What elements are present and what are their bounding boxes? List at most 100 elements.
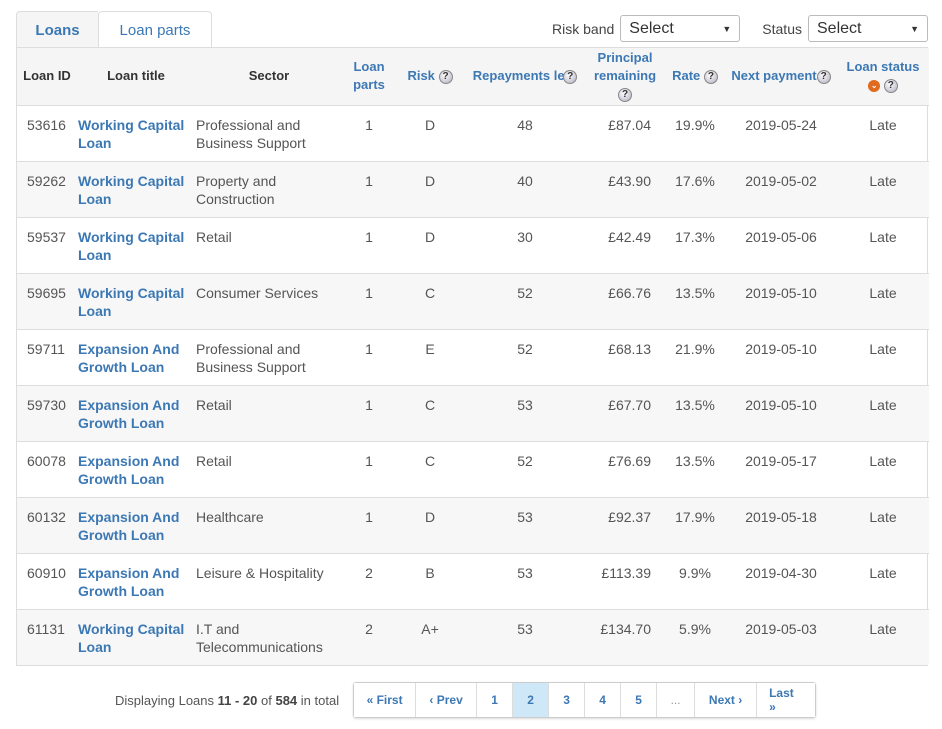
help-icon[interactable]: ?: [563, 69, 578, 84]
loan-title-link[interactable]: Expansion And Growth Loan: [78, 509, 179, 543]
help-icon[interactable]: ?: [816, 69, 831, 84]
loan-title-link[interactable]: Expansion And Growth Loan: [78, 453, 179, 487]
page-3-button[interactable]: 3: [549, 683, 586, 717]
principal-cell: £87.04: [585, 105, 665, 162]
repayments-left-cell: 53: [465, 553, 585, 610]
first-page-button[interactable]: « First: [354, 683, 417, 717]
loan-parts-cell: 1: [343, 273, 395, 330]
page-4-button[interactable]: 4: [585, 683, 622, 717]
principal-cell: £67.70: [585, 385, 665, 442]
col-loan-status[interactable]: Loan status ⌄ ?: [837, 48, 929, 106]
next-payment-cell: 2019-05-10: [725, 273, 837, 330]
risk-band-value: Select: [629, 19, 674, 37]
table-row: 59262 Working Capital Loan Property and Co…: [17, 161, 929, 218]
next-payment-cell: 2019-05-10: [725, 329, 837, 386]
risk-cell: D: [395, 105, 465, 162]
page-1-button[interactable]: 1: [477, 683, 514, 717]
help-icon[interactable]: ?: [438, 69, 453, 84]
loan-status-cell: Late: [837, 553, 929, 610]
loan-title-link[interactable]: Working Capital Loan: [78, 285, 184, 319]
loan-id-cell: 53616: [17, 105, 77, 162]
prev-page-button[interactable]: ‹ Prev: [416, 683, 478, 717]
loan-title-link[interactable]: Working Capital Loan: [78, 621, 184, 655]
loan-status-cell: Late: [837, 273, 929, 330]
loan-parts-cell: 1: [343, 329, 395, 386]
col-rate[interactable]: Rate ?: [665, 48, 725, 106]
loan-status-cell: Late: [837, 609, 929, 665]
loan-title-link[interactable]: Expansion And Growth Loan: [78, 397, 179, 431]
loan-parts-cell: 1: [343, 441, 395, 498]
table-row: 53616 Working Capital Loan Professional an…: [17, 105, 929, 162]
help-icon[interactable]: ?: [703, 69, 718, 84]
table-footer: Displaying Loans 11 - 20 of 584 in total…: [115, 682, 817, 718]
loan-title-cell: Expansion And Growth Loan: [77, 385, 195, 442]
tab-loan-parts[interactable]: Loan parts: [98, 11, 212, 48]
loan-title-link[interactable]: Expansion And Growth Loan: [78, 341, 179, 375]
loan-title-link[interactable]: Expansion And Growth Loan: [78, 565, 179, 599]
loan-id-cell: 61131: [17, 609, 77, 665]
loan-id-cell: 59711: [17, 329, 77, 386]
help-icon[interactable]: ?: [618, 87, 632, 102]
loan-title-cell: Working Capital Loan: [77, 609, 195, 665]
loan-parts-cell: 2: [343, 553, 395, 610]
col-principal-remaining[interactable]: Principal remaining ?: [585, 48, 665, 106]
principal-cell: £134.70: [585, 609, 665, 665]
loan-id-cell: 59695: [17, 273, 77, 330]
table-row: 59695 Working Capital Loan Consumer Servic…: [17, 273, 929, 330]
col-repayments-left[interactable]: Repayments left?: [465, 48, 585, 106]
page-2-button[interactable]: 2: [513, 683, 550, 717]
repayments-left-cell: 48: [465, 105, 585, 162]
loan-title-cell: Expansion And Growth Loan: [77, 329, 195, 386]
loan-id-cell: 60910: [17, 553, 77, 610]
col-loan-id: Loan ID: [17, 48, 77, 106]
col-risk[interactable]: Risk ?: [395, 48, 465, 106]
table-row: 59730 Expansion And Growth Loan Retail 1 C 53…: [17, 385, 929, 442]
loan-title-cell: Working Capital Loan: [77, 217, 195, 274]
col-loan-parts[interactable]: Loan parts: [343, 48, 395, 106]
col-next-payment[interactable]: Next payment?: [725, 48, 837, 106]
sector-cell: Retail: [195, 441, 343, 498]
sector-cell: Professional and Business Support: [195, 329, 343, 386]
repayments-left-cell: 52: [465, 329, 585, 386]
risk-cell: D: [395, 161, 465, 218]
status-select[interactable]: Select ▼: [808, 15, 928, 42]
loan-title-link[interactable]: Working Capital Loan: [78, 229, 184, 263]
loan-parts-cell: 1: [343, 161, 395, 218]
risk-cell: C: [395, 385, 465, 442]
next-payment-cell: 2019-05-06: [725, 217, 837, 274]
next-payment-cell: 2019-05-17: [725, 441, 837, 498]
loan-id-cell: 59262: [17, 161, 77, 218]
next-page-button[interactable]: Next ›: [695, 683, 758, 717]
loan-status-cell: Late: [837, 329, 929, 386]
rate-cell: 9.9%: [665, 553, 725, 610]
loan-title-cell: Expansion And Growth Loan: [77, 553, 195, 610]
risk-cell: C: [395, 273, 465, 330]
next-payment-cell: 2019-05-10: [725, 385, 837, 442]
help-icon[interactable]: ?: [883, 78, 898, 93]
loan-title-link[interactable]: Working Capital Loan: [78, 117, 184, 151]
principal-cell: £43.90: [585, 161, 665, 218]
loan-id-cell: 60078: [17, 441, 77, 498]
risk-band-select[interactable]: Select ▼: [620, 15, 741, 42]
loan-id-cell: 60132: [17, 497, 77, 554]
sector-cell: Retail: [195, 385, 343, 442]
rate-cell: 19.9%: [665, 105, 725, 162]
filters: Risk band Select ▼ Status Select ▼: [552, 15, 928, 42]
next-payment-cell: 2019-05-18: [725, 497, 837, 554]
col-sector: Sector: [195, 48, 343, 106]
last-page-button[interactable]: Last »: [757, 683, 816, 717]
loan-title-link[interactable]: Working Capital Loan: [78, 173, 184, 207]
results-summary: Displaying Loans 11 - 20 of 584 in total: [115, 692, 340, 708]
risk-cell: E: [395, 329, 465, 386]
tab-loans[interactable]: Loans: [16, 11, 98, 48]
sort-descending-icon[interactable]: ⌄: [868, 79, 881, 92]
page-5-button[interactable]: 5: [621, 683, 658, 717]
rate-cell: 5.9%: [665, 609, 725, 665]
sector-cell: Leisure & Hospitality: [195, 553, 343, 610]
loan-status-cell: Late: [837, 161, 929, 218]
sector-cell: Healthcare: [195, 497, 343, 554]
loan-status-cell: Late: [837, 217, 929, 274]
table-row: 60078 Expansion And Growth Loan Retail 1 C 52…: [17, 441, 929, 498]
repayments-left-cell: 53: [465, 497, 585, 554]
principal-cell: £113.39: [585, 553, 665, 610]
